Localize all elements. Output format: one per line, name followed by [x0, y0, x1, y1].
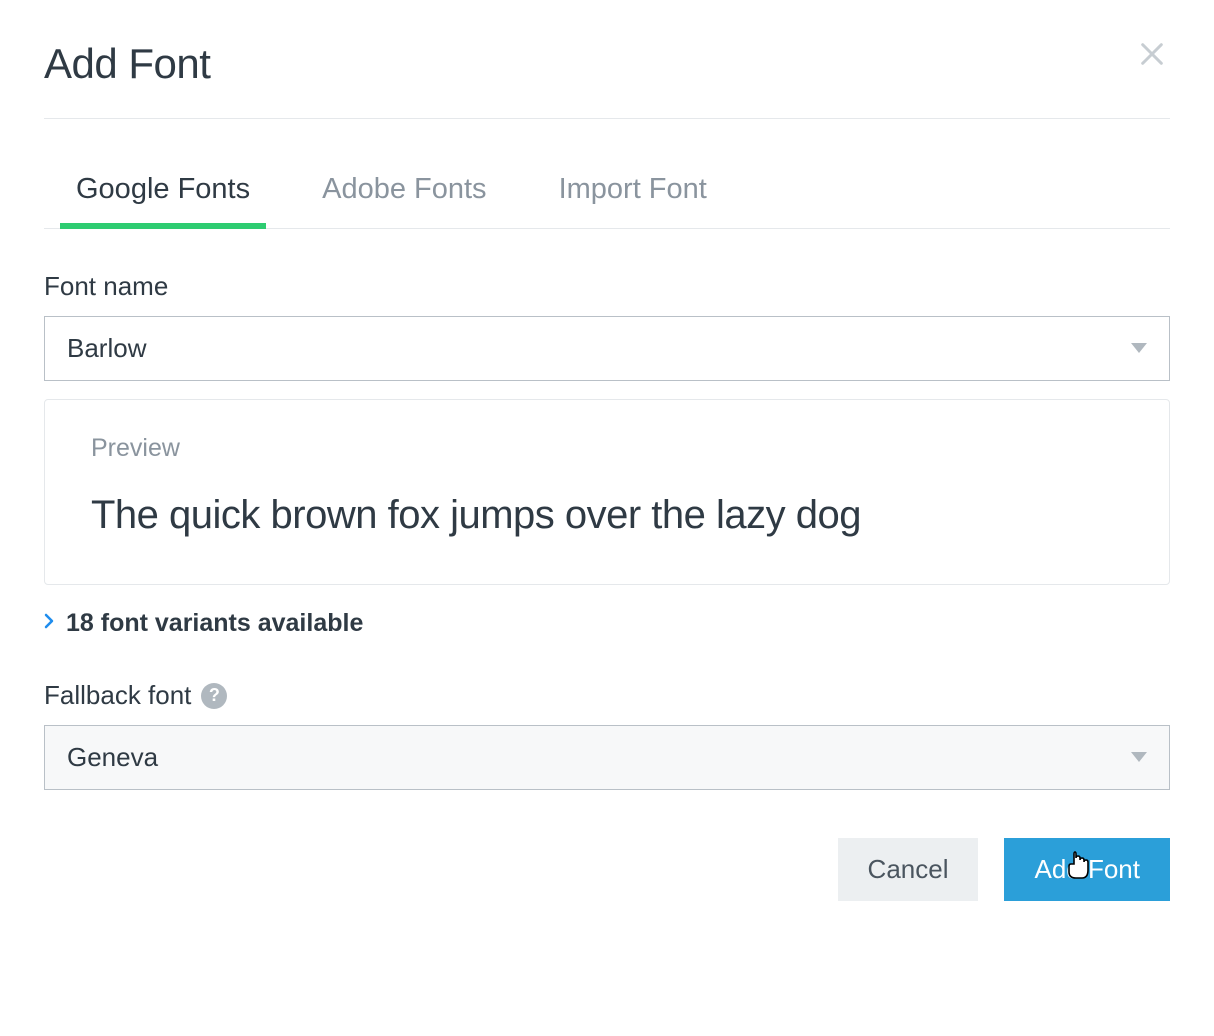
close-icon [1138, 55, 1166, 72]
fallback-font-label-text: Fallback font [44, 680, 191, 711]
tab-google-fonts[interactable]: Google Fonts [60, 159, 266, 228]
tab-label: Google Fonts [76, 173, 250, 205]
dialog-footer: Cancel Add Font [44, 838, 1170, 901]
add-font-button[interactable]: Add Font [1004, 838, 1170, 901]
chevron-right-icon [44, 613, 54, 634]
font-name-value: Barlow [67, 333, 146, 364]
tabs: Google Fonts Adobe Fonts Import Font [44, 159, 1170, 229]
tab-import-font[interactable]: Import Font [543, 159, 723, 228]
preview-box: Preview The quick brown fox jumps over t… [44, 399, 1170, 585]
preview-text: The quick brown fox jumps over the lazy … [91, 493, 1123, 538]
dialog-title: Add Font [44, 40, 210, 88]
font-variants-toggle[interactable]: 18 font variants available [44, 609, 1170, 638]
caret-down-icon [1131, 749, 1147, 767]
tab-adobe-fonts[interactable]: Adobe Fonts [306, 159, 502, 228]
tab-label: Adobe Fonts [322, 173, 486, 205]
font-variants-text: 18 font variants available [66, 609, 363, 638]
help-icon[interactable]: ? [201, 683, 227, 709]
caret-down-icon [1131, 340, 1147, 358]
cancel-button[interactable]: Cancel [838, 838, 979, 901]
tab-label: Import Font [559, 173, 707, 205]
fallback-font-label: Fallback font ? [44, 680, 1170, 711]
preview-label: Preview [91, 434, 1123, 463]
dialog-header: Add Font [44, 40, 1170, 119]
close-button[interactable] [1134, 36, 1170, 77]
font-name-label: Font name [44, 271, 1170, 302]
font-name-select[interactable]: Barlow [44, 316, 1170, 381]
fallback-font-value: Geneva [67, 742, 158, 773]
fallback-font-select[interactable]: Geneva [44, 725, 1170, 790]
